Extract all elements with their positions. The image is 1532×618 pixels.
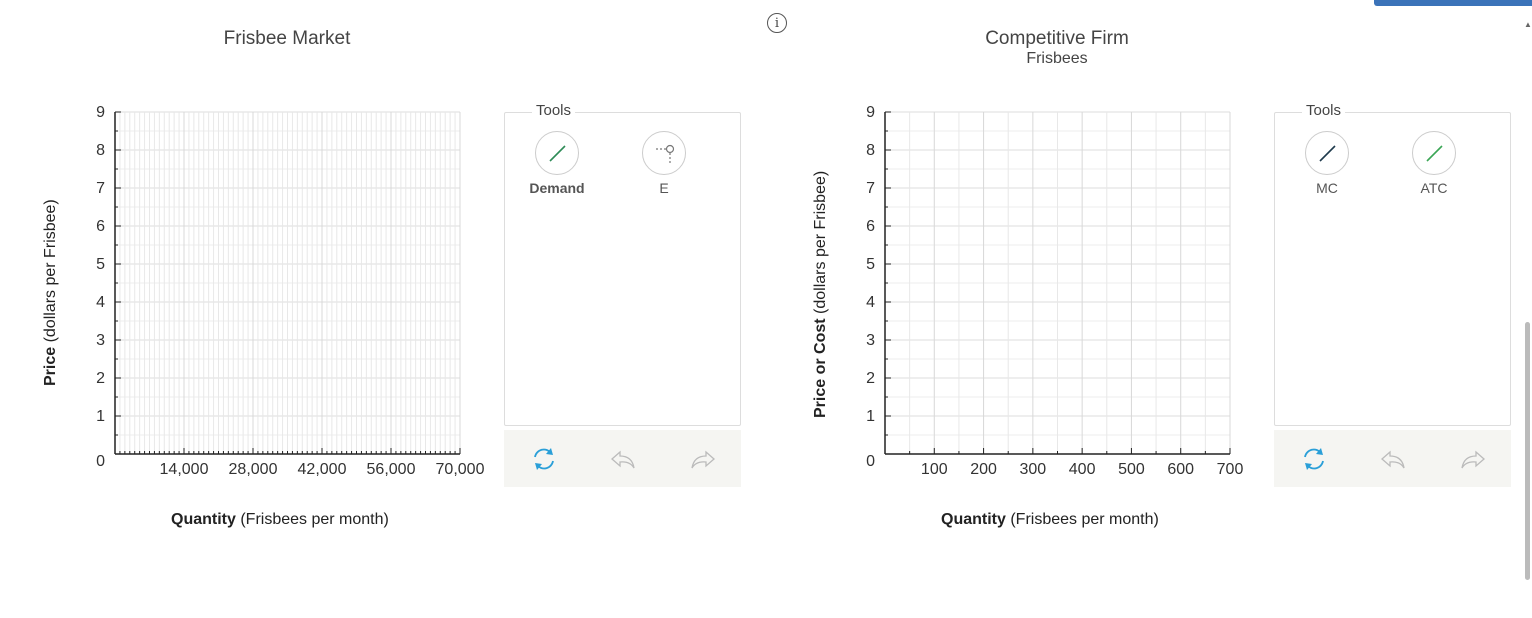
redo-icon[interactable]: [688, 444, 718, 474]
right-chart-subtitle: Frisbees: [1026, 50, 1088, 67]
x-tick-label: 28,000: [229, 461, 278, 478]
x-tick-label: 42,000: [298, 461, 347, 478]
y-tick-label: 3: [866, 332, 875, 349]
x-tick-label: 500: [1118, 461, 1145, 478]
x-tick-label: 56,000: [367, 461, 416, 478]
atc-tool-label: ATC: [1420, 180, 1448, 196]
x-tick-label: 600: [1167, 461, 1194, 478]
y-tick-label: 6: [96, 218, 105, 235]
left-tools-title: Tools: [532, 102, 576, 119]
right-tools-title: Tools: [1302, 102, 1346, 119]
scroll-up-arrow-icon[interactable]: ▲: [1524, 20, 1532, 29]
x-tick-label: 700: [1217, 461, 1244, 478]
right-x-axis-label: Quantity (Frisbees per month): [941, 511, 1159, 528]
top-accent-bar: [1374, 0, 1532, 6]
y-tick-label: 6: [866, 218, 875, 235]
y-tick-label: 3: [96, 332, 105, 349]
equilibrium-tool-button[interactable]: [642, 131, 686, 175]
equilibrium-point-icon: [656, 144, 675, 163]
right-chart-title: Competitive Firm: [985, 28, 1129, 49]
y-tick-label: 9: [866, 104, 875, 121]
undo-icon[interactable]: [1378, 444, 1408, 474]
y-tick-label: 5: [96, 256, 105, 273]
y-tick-label: 9: [96, 104, 105, 121]
line-tool-icon: [1319, 145, 1336, 162]
y-tick-label: 2: [96, 370, 105, 387]
y-tick-label: 8: [866, 142, 875, 159]
y-tick-label: 4: [96, 294, 105, 311]
y-tick-label: 7: [866, 180, 875, 197]
undo-icon[interactable]: [608, 444, 638, 474]
y-tick-label: 7: [96, 180, 105, 197]
left-y-axis-label: Price (dollars per Frisbee): [42, 199, 59, 386]
info-button[interactable]: i: [767, 13, 787, 33]
refresh-icon[interactable]: [1299, 444, 1329, 474]
frisbee-market-graph[interactable]: 0 1 2 3 4 5 6 7 8 9 14,000 28,000 42,000 56,000 70,000: [95, 100, 515, 480]
atc-tool-button[interactable]: [1412, 131, 1456, 175]
x-tick-label: 70,000: [436, 461, 485, 478]
x-tick-label: 100: [921, 461, 948, 478]
scrollbar-thumb[interactable]: [1525, 322, 1530, 580]
left-x-axis-label: Quantity (Frisbees per month): [171, 511, 389, 528]
line-tool-icon: [549, 145, 566, 162]
x-tick-label: 200: [970, 461, 997, 478]
y-tick-label: 1: [96, 408, 105, 425]
redo-icon[interactable]: [1458, 444, 1488, 474]
y-tick-label: 4: [866, 294, 875, 311]
equilibrium-tool-label: E: [659, 180, 669, 196]
demand-tool-button[interactable]: [535, 131, 579, 175]
y-tick-label: 1: [866, 408, 875, 425]
y-tick-label: 0: [866, 453, 875, 470]
x-tick-label: 14,000: [160, 461, 209, 478]
y-tick-label: 8: [96, 142, 105, 159]
line-tool-icon: [1426, 145, 1443, 162]
competitive-firm-graph[interactable]: 0 1 2 3 4 5 6 7 8 9 100 200 300 400 500 600 700: [865, 100, 1265, 480]
y-tick-label: 2: [866, 370, 875, 387]
right-y-axis-label: Price or Cost (dollars per Frisbee): [812, 170, 829, 418]
mc-tool-button[interactable]: [1305, 131, 1349, 175]
mc-tool-label: MC: [1316, 180, 1338, 196]
left-chart-title: Frisbee Market: [223, 28, 351, 49]
y-tick-label: 0: [96, 453, 105, 470]
y-tick-label: 5: [866, 256, 875, 273]
refresh-icon[interactable]: [529, 444, 559, 474]
x-tick-label: 300: [1020, 461, 1047, 478]
demand-tool-label: Demand: [529, 180, 585, 196]
x-tick-label: 400: [1069, 461, 1096, 478]
